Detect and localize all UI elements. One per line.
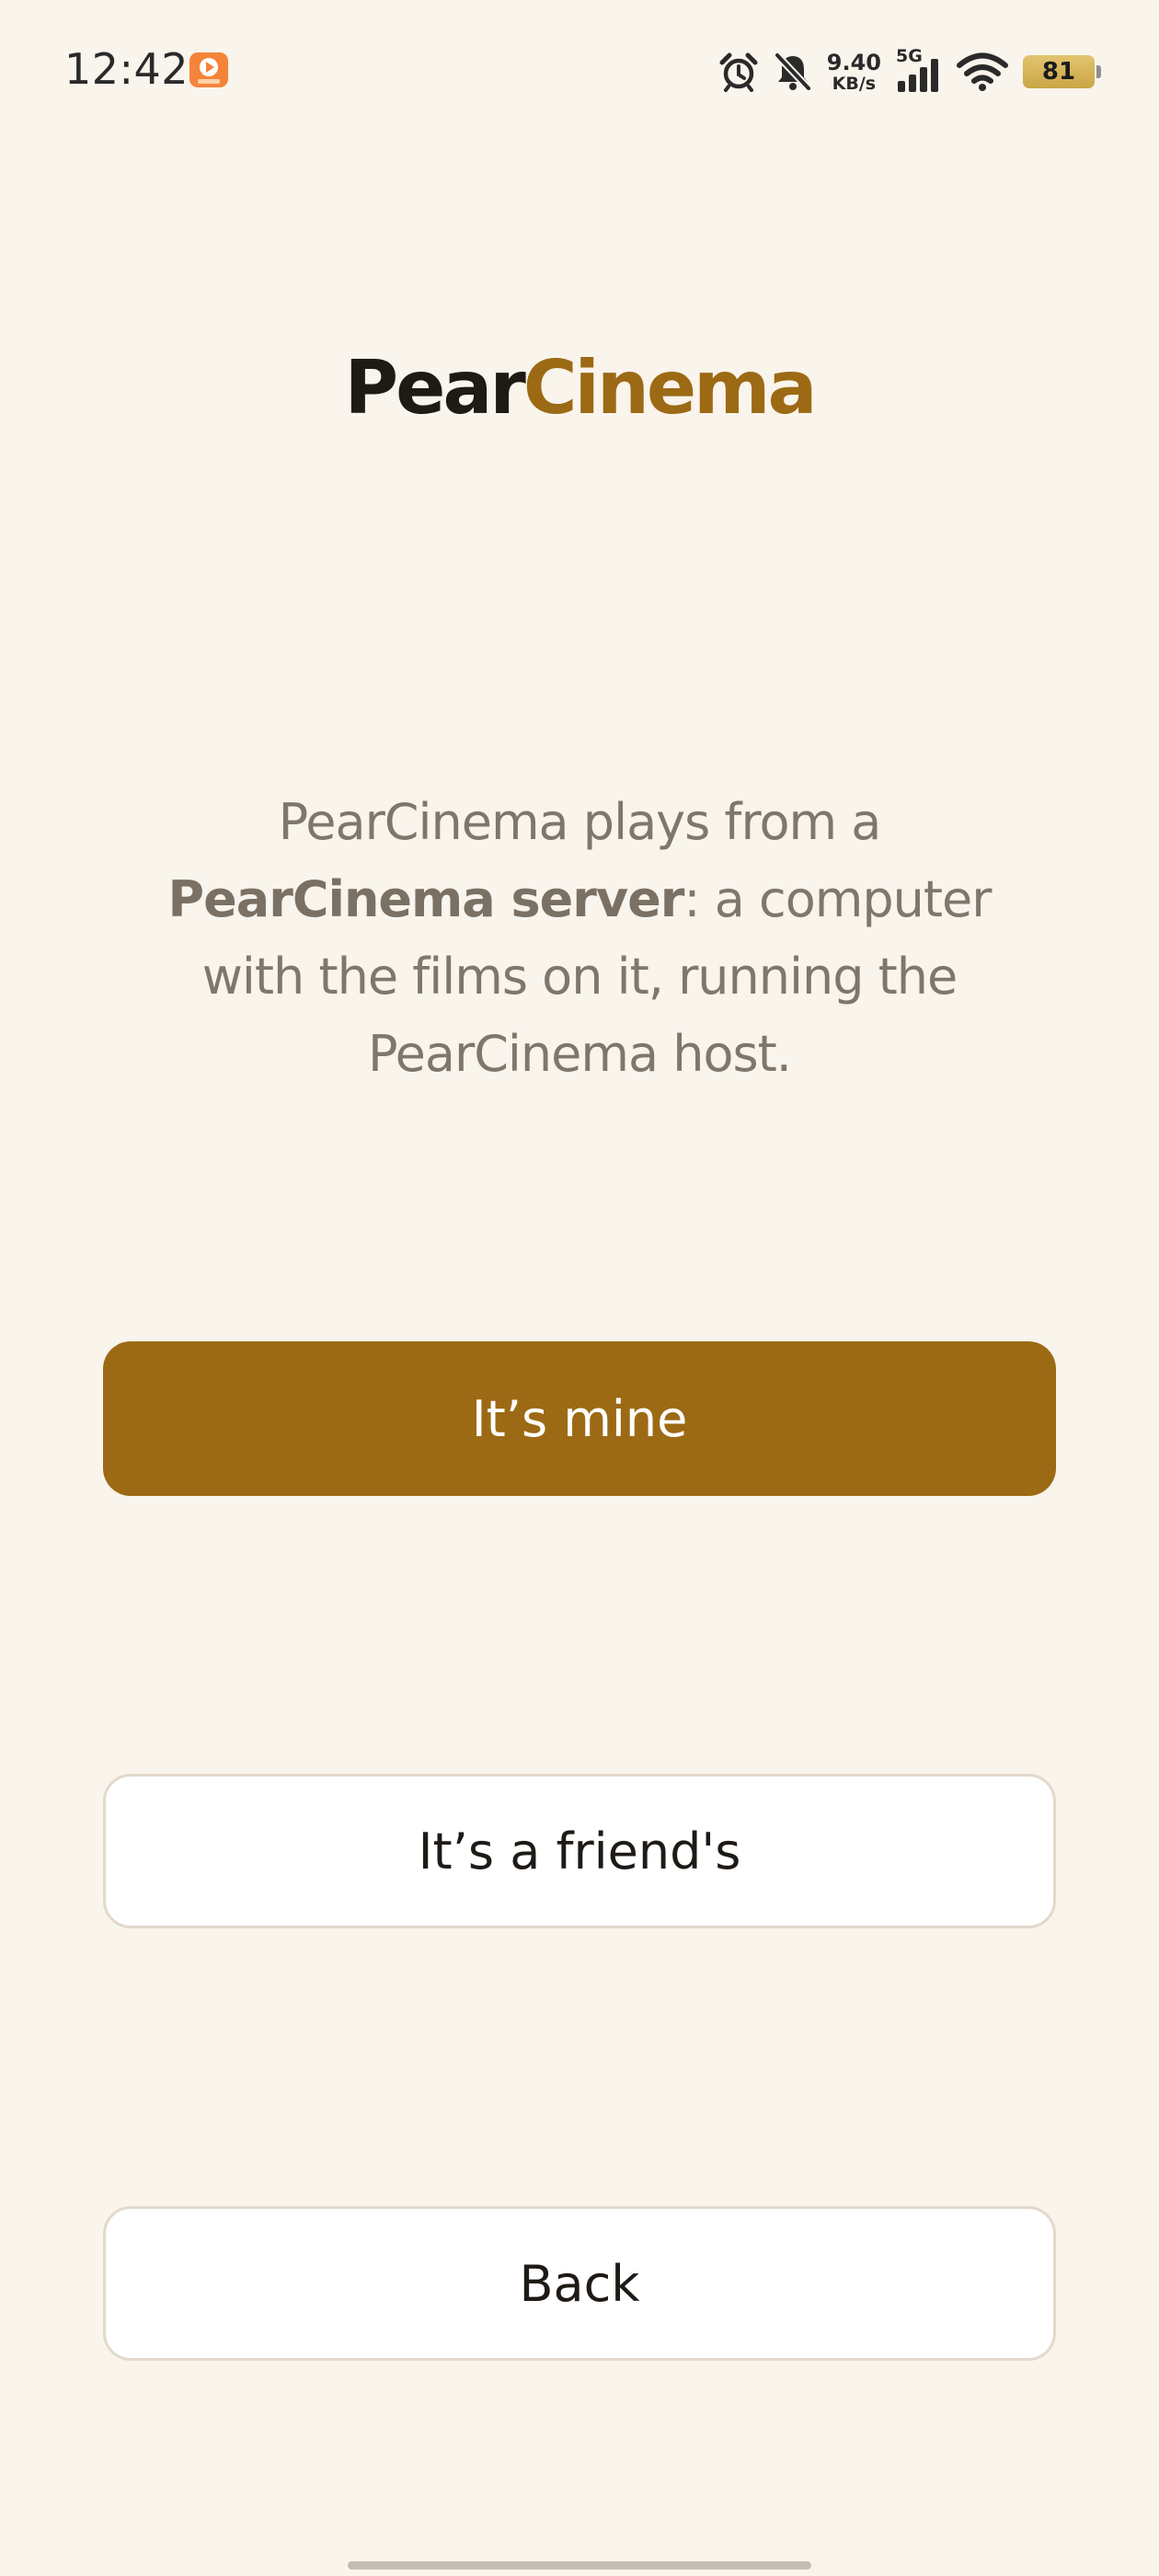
battery-level: 81 <box>1041 58 1076 86</box>
its-a-friends-button-label: It’s a friend's <box>418 1822 741 1880</box>
back-button[interactable]: Back <box>103 2206 1056 2361</box>
app-notification-icon <box>189 52 228 87</box>
its-mine-button-label: It’s mine <box>471 1389 688 1448</box>
app-logo: PearCinema <box>0 348 1159 429</box>
status-icons: 9.40 KB/s 5G 81 <box>718 44 1101 99</box>
signal-icon: 5G <box>896 46 942 94</box>
wifi-icon <box>957 52 1008 91</box>
network-speed-unit: KB/s <box>832 73 877 94</box>
silent-bell-icon <box>774 52 811 91</box>
status-time: 12:42 <box>64 44 189 94</box>
intro-text: PearCinema plays from a PearCinema serve… <box>110 784 1049 1093</box>
its-a-friends-button[interactable]: It’s a friend's <box>103 1774 1056 1928</box>
intro-segment-1: PearCinema plays from a <box>278 793 882 851</box>
network-speed-value: 9.40 <box>826 49 881 75</box>
its-mine-button[interactable]: It’s mine <box>103 1341 1056 1496</box>
home-indicator[interactable] <box>348 2561 811 2570</box>
status-bar: 12:42 9.40 KB/s 5G 81 <box>0 0 1159 138</box>
alarm-icon <box>719 52 758 92</box>
network-speed: 9.40 KB/s <box>827 52 881 93</box>
battery-icon: 81 <box>1023 55 1101 88</box>
logo-text-pear: Pear <box>344 345 525 431</box>
back-button-label: Back <box>519 2254 640 2313</box>
logo-text-cinema: Cinema <box>522 345 818 431</box>
intro-server-term: PearCinema server <box>167 870 685 928</box>
